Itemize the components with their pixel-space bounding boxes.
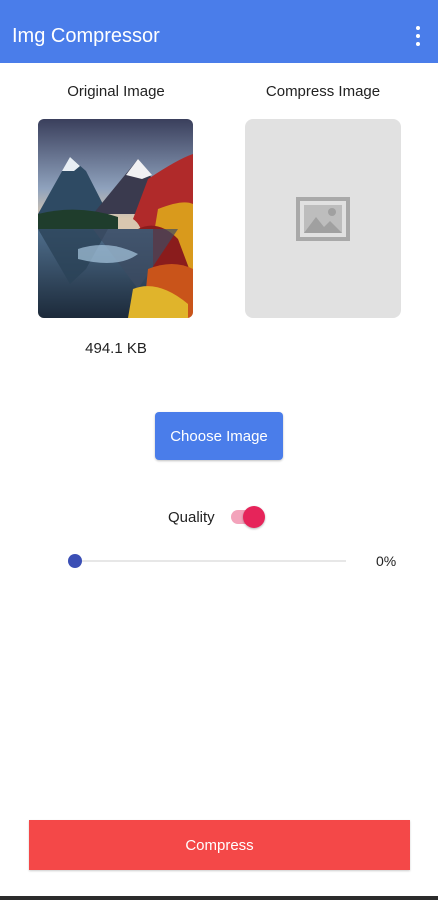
compressed-image-preview: [245, 119, 401, 318]
slider-thumb[interactable]: [68, 554, 82, 568]
landscape-image: [38, 119, 193, 318]
compress-image-label: Compress Image: [265, 83, 381, 100]
choose-image-button[interactable]: Choose Image: [155, 412, 283, 460]
bottom-divider: [0, 896, 438, 900]
original-image-preview: [38, 119, 193, 318]
compress-button[interactable]: Compress: [29, 820, 410, 870]
quality-label: Quality: [168, 509, 215, 526]
quality-slider[interactable]: [68, 551, 346, 571]
quality-percent-text: 0%: [376, 553, 397, 569]
app-bar: Img Compressor: [0, 0, 438, 63]
toggle-thumb: [243, 506, 265, 528]
original-size-text: 494.1 KB: [85, 340, 147, 357]
more-vert-icon[interactable]: [408, 24, 428, 48]
image-placeholder-icon: [296, 196, 350, 241]
slider-rail: [76, 560, 346, 562]
quality-toggle[interactable]: [229, 505, 267, 529]
original-image-label: Original Image: [67, 83, 165, 100]
app-title: Img Compressor: [12, 25, 160, 47]
